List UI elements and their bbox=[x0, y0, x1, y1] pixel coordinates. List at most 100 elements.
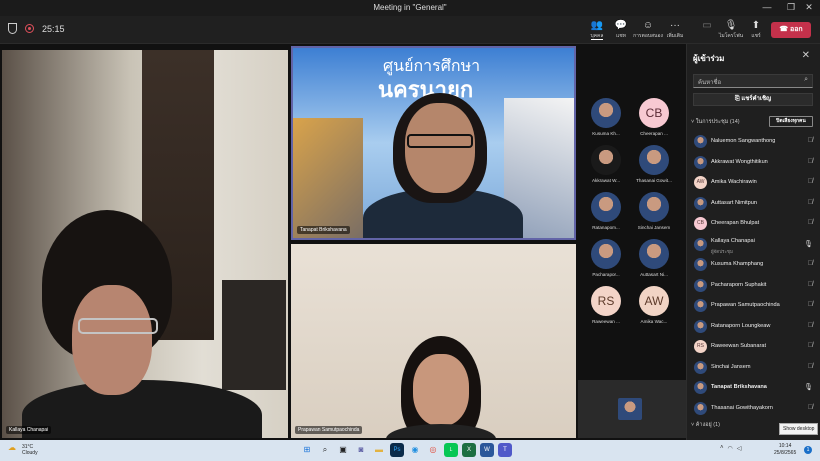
gallery-item[interactable]: Thasanai Gowit... bbox=[630, 145, 678, 183]
participant-row[interactable]: Naluemon Sangwanthong 🎙̸ bbox=[693, 132, 817, 153]
participant-name: Thasanai Gowithayakorn bbox=[711, 404, 773, 411]
self-video bbox=[618, 398, 642, 420]
chevron-up-icon[interactable]: ˄ bbox=[720, 445, 724, 452]
mic-off-icon: 🎙̸ bbox=[807, 260, 813, 267]
avatar bbox=[694, 278, 707, 292]
gallery-item[interactable]: Pacharapor... bbox=[582, 239, 630, 277]
mic-off-icon: 🎙̸ bbox=[807, 342, 813, 349]
reactions-icon: ☺ bbox=[642, 20, 654, 31]
chrome-icon[interactable]: ◎ bbox=[426, 443, 440, 457]
section-in-meeting[interactable]: ˅ ในการประชุม (14) bbox=[691, 118, 740, 126]
avatar bbox=[694, 135, 707, 148]
section-label: ค้างอยู่ (1) bbox=[695, 422, 720, 428]
close-icon[interactable]: ✕ bbox=[802, 50, 810, 61]
search-input[interactable]: ค้นหาชื่อ ⌕ bbox=[693, 74, 813, 88]
participant-row[interactable]: Prapawan Samutpaochinda 🎙̸ bbox=[693, 296, 817, 317]
gallery-item[interactable]: CB Cheerapan ... bbox=[630, 98, 678, 136]
close-window-button[interactable]: ✕ bbox=[800, 2, 818, 13]
weather-desc: Cloudy bbox=[22, 450, 38, 456]
mic-off-icon: 🎙̸ bbox=[807, 403, 813, 411]
teams-icon[interactable]: T bbox=[498, 443, 512, 457]
participant-name: Ratanaporn Loungkeaw bbox=[711, 322, 771, 329]
participant-row[interactable]: AW Amika Wachirawin 🎙̸ bbox=[693, 173, 817, 194]
gallery-item[interactable]: Auttasart Ni... bbox=[630, 239, 678, 277]
mic-off-icon: 🎙̸ bbox=[807, 178, 813, 185]
notification-badge[interactable]: 1 bbox=[804, 446, 812, 454]
participant-name: Tanapat Brikshavana bbox=[711, 384, 767, 390]
participant-row[interactable]: Ratanaporn Loungkeaw 🎙̸ bbox=[693, 317, 817, 338]
reactions-button[interactable]: ☺ การตอบสนอง bbox=[633, 20, 663, 40]
participant-video bbox=[407, 134, 473, 148]
meeting-info: 25:15 bbox=[8, 23, 65, 34]
avatar bbox=[694, 258, 707, 271]
section-label: ในการประชุม (14) bbox=[695, 119, 740, 125]
participant-row[interactable]: Pacharaporn Suphakit 🎙̸ bbox=[693, 276, 817, 297]
system-tray: ˄ ◠ ◁ bbox=[720, 445, 741, 452]
windows-icon[interactable]: ⊞ bbox=[300, 443, 314, 457]
video-tile[interactable]: Kallaya Chanapai bbox=[2, 50, 288, 438]
task-view-icon[interactable]: ▣ bbox=[336, 443, 350, 457]
chat-button[interactable]: 💬 แชท bbox=[606, 20, 636, 40]
gallery-item[interactable]: Akkrawat W... bbox=[582, 145, 630, 183]
record-icon bbox=[25, 24, 34, 33]
participant-row[interactable]: Kallaya Chanapai ผู้จัดประชุม 🎙 bbox=[693, 235, 817, 256]
excel-icon[interactable]: X bbox=[462, 443, 476, 457]
video-tile[interactable]: Prapawan Samutpaochinda bbox=[291, 244, 576, 438]
more-label: เพิ่มเติม bbox=[666, 33, 684, 39]
participant-row[interactable]: Sinchai Jansem 🎙̸ bbox=[693, 358, 817, 379]
tile-name-label: Tanapat Brikshavana bbox=[297, 226, 350, 234]
self-preview[interactable] bbox=[578, 380, 686, 438]
mic-off-icon: 🎙̸ bbox=[807, 219, 813, 226]
line-icon[interactable]: L bbox=[444, 443, 458, 457]
participant-row[interactable]: Kusuma Khamphang 🎙̸ bbox=[693, 255, 817, 276]
participant-row[interactable]: Tanapat Brikshavana 🎙 bbox=[693, 378, 817, 399]
maximize-button[interactable]: ❐ bbox=[782, 2, 800, 13]
mic-off-icon: 🎙̸ bbox=[807, 321, 813, 329]
participant-row[interactable]: Auttasart Nimitpun 🎙̸ bbox=[693, 194, 817, 215]
gallery-item[interactable]: Kusuma Kh... bbox=[582, 98, 630, 136]
clock[interactable]: 10:14 25/8/2565 bbox=[774, 443, 796, 457]
avatar bbox=[694, 401, 707, 415]
volume-icon[interactable]: ◁ bbox=[737, 445, 742, 452]
section-invited[interactable]: ˅ ค้างอยู่ (1) bbox=[691, 421, 720, 429]
gallery-item[interactable]: Ratanapom... bbox=[582, 192, 630, 230]
search-placeholder: ค้นหาชื่อ bbox=[698, 80, 722, 86]
search-icon[interactable]: ⌕ bbox=[318, 443, 332, 457]
share-invite-button[interactable]: ⎘ แชร์คำเชิญ bbox=[693, 93, 813, 106]
gallery-name: Auttasart Ni... bbox=[640, 272, 668, 277]
chat-icon[interactable]: ◙ bbox=[354, 443, 368, 457]
more-button[interactable]: ··· เพิ่มเติม bbox=[660, 20, 690, 40]
gallery-name: Akkrawat W... bbox=[591, 178, 621, 183]
shield-icon[interactable] bbox=[8, 23, 17, 34]
participant-row[interactable]: Akkrawat Wongthitikun 🎙̸ bbox=[693, 153, 817, 174]
participant-row[interactable]: CB Cheerapan Bhulpat 🎙̸ bbox=[693, 214, 817, 235]
avatar bbox=[694, 360, 707, 374]
avatar: AW bbox=[639, 286, 669, 316]
mute-all-button[interactable]: ปิดเสียงทุกคน bbox=[769, 116, 813, 127]
gallery-item[interactable]: RS Raweewan ... bbox=[582, 286, 630, 324]
leave-button[interactable]: ☎ ออก bbox=[771, 22, 811, 38]
explorer-icon[interactable]: ▬ bbox=[372, 443, 386, 457]
wifi-icon[interactable]: ◠ bbox=[728, 445, 733, 452]
edge-icon[interactable]: ◉ bbox=[408, 443, 422, 457]
gallery-name: Pacharapor... bbox=[592, 272, 620, 277]
avatar: RS bbox=[591, 286, 621, 316]
participants-panel: ผู้เข้าร่วม ✕ ค้นหาชื่อ ⌕ ⎘ แชร์คำเชิญ ˅… bbox=[686, 44, 820, 440]
avatar bbox=[591, 192, 621, 222]
avatar bbox=[694, 196, 707, 210]
share-button[interactable]: ⬆ แชร์ bbox=[741, 20, 771, 40]
participant-name: Kallaya Chanapai bbox=[711, 237, 755, 244]
participant-row[interactable]: Thasanai Gowithayakorn 🎙̸ bbox=[693, 399, 817, 420]
gallery-item[interactable]: AW Amika Wac... bbox=[630, 286, 678, 324]
participant-name: Auttasart Nimitpun bbox=[711, 199, 758, 206]
participant-row[interactable]: RS Raweewan Subanarat 🎙̸ bbox=[693, 337, 817, 358]
participant-name: Pacharaporn Suphakit bbox=[711, 281, 767, 288]
gallery-item[interactable]: Sinchai Jansem bbox=[630, 192, 678, 230]
participant-list: Naluemon Sangwanthong 🎙̸ Akkrawat Wongthi… bbox=[693, 132, 817, 419]
video-tile[interactable]: ศูนย์การศึกษา นครนายก Tanapat Brikshavan… bbox=[291, 46, 576, 240]
word-icon[interactable]: W bbox=[480, 443, 494, 457]
photoshop-icon[interactable]: Ps bbox=[390, 443, 404, 457]
minimize-button[interactable]: — bbox=[758, 2, 776, 12]
avatar bbox=[591, 145, 621, 175]
mic-off-icon: 🎙̸ bbox=[807, 198, 813, 206]
